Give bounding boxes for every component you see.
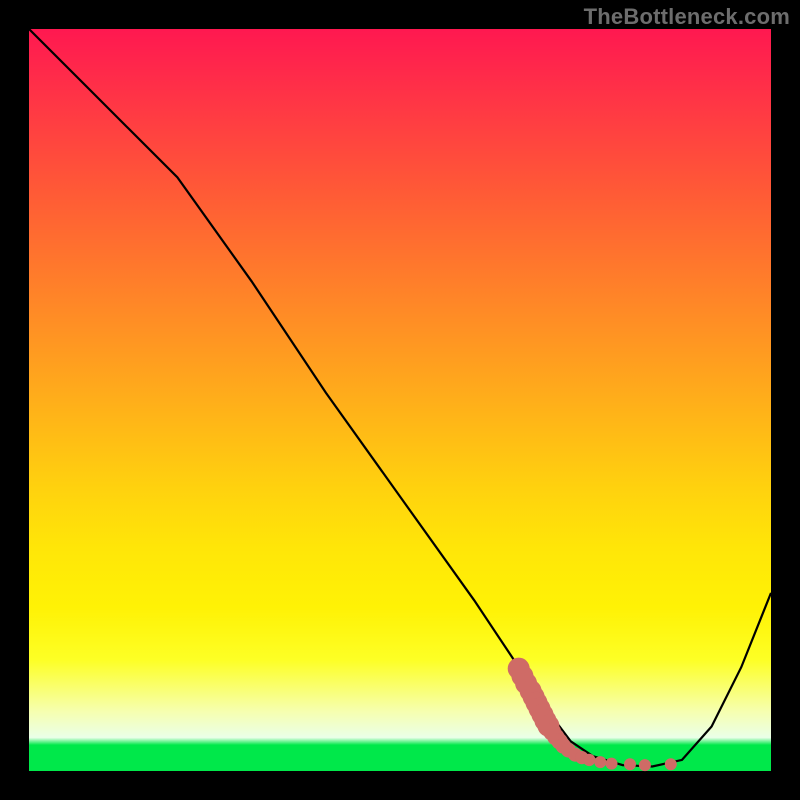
highlight-dot [606,758,618,770]
highlight-dot [624,758,636,770]
highlight-dots-group [508,658,677,772]
watermark-text: TheBottleneck.com [584,4,790,30]
highlight-dot [583,754,595,766]
highlight-dot [665,758,677,770]
bottleneck-curve [29,29,771,767]
highlight-dot [639,759,651,771]
chart-svg [29,29,771,771]
chart-frame [29,29,771,771]
highlight-dot [594,756,606,768]
